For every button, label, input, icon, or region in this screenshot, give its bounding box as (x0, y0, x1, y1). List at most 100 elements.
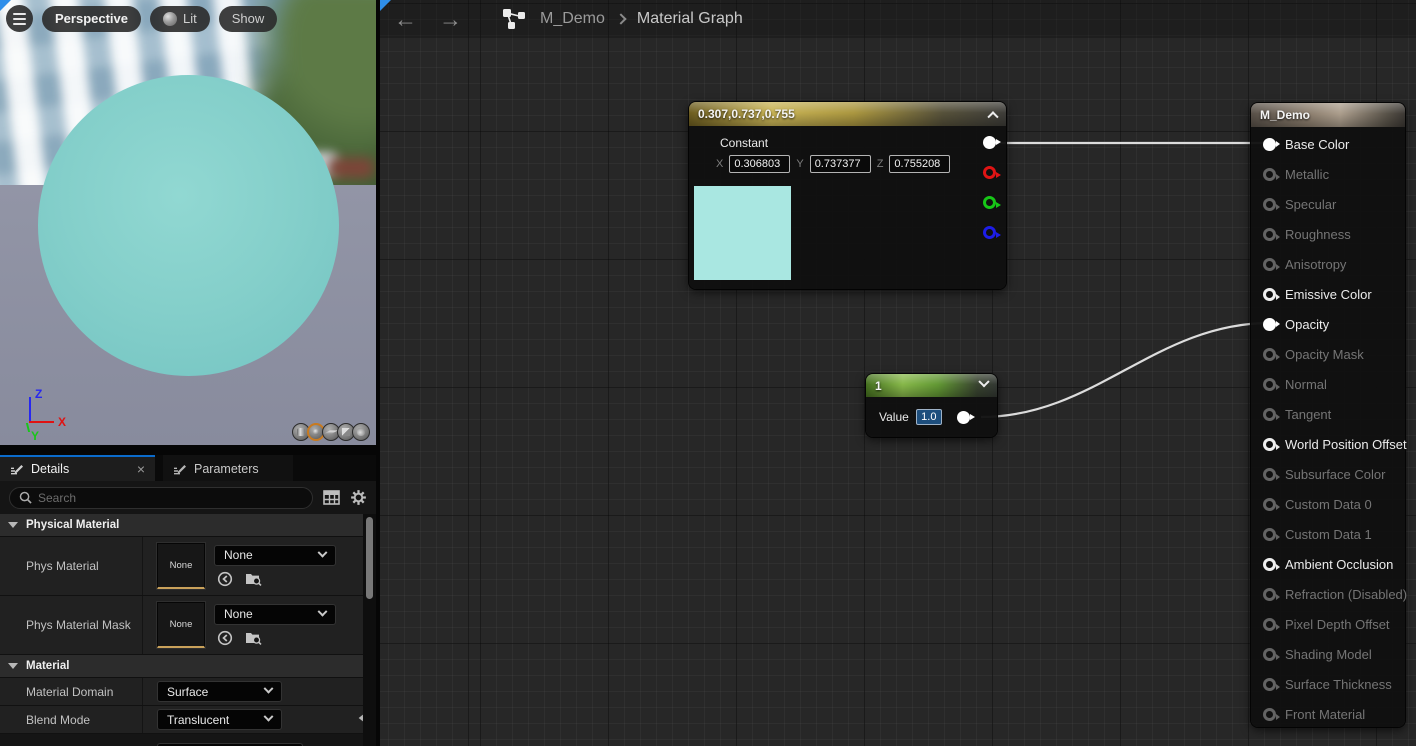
color-preview-swatch[interactable] (694, 186, 791, 280)
section-title: Material (26, 660, 69, 672)
details-tab-icon (10, 462, 24, 476)
property-label: Blend Mode (0, 706, 143, 733)
opacity-wire[interactable] (981, 323, 1270, 417)
search-box[interactable] (9, 487, 313, 509)
breadcrumb-asset[interactable]: M_Demo (540, 10, 605, 28)
r-output-pin[interactable] (983, 166, 996, 179)
section-material[interactable]: Material (0, 655, 376, 678)
input-pin-icon[interactable] (1263, 288, 1276, 301)
material-pin-pixel-depth-offset[interactable]: Pixel Depth Offset (1251, 609, 1405, 639)
x-value-input[interactable] (729, 155, 790, 173)
pin-label: Custom Data 1 (1285, 527, 1372, 542)
material-graph-canvas[interactable]: ← → M_Demo Material Graph 0.307,0.737,0.… (380, 0, 1416, 746)
scalar-output-pin[interactable] (957, 411, 970, 424)
input-pin-icon[interactable] (1263, 498, 1276, 511)
material-pin-emissive-color[interactable]: Emissive Color (1251, 279, 1405, 309)
browse-to-asset-button[interactable] (244, 629, 262, 647)
use-selected-asset-button[interactable] (216, 570, 234, 588)
material-pin-surface-thickness[interactable]: Surface Thickness (1251, 669, 1405, 699)
input-pin-icon[interactable] (1263, 168, 1276, 181)
input-pin-icon[interactable] (1263, 528, 1276, 541)
input-pin-icon[interactable] (1263, 468, 1276, 481)
phys-material-mask-dropdown[interactable]: None (214, 604, 336, 625)
constant3-node-header[interactable]: 0.307,0.737,0.755 (689, 102, 1006, 126)
input-pin-icon[interactable] (1263, 378, 1276, 391)
input-pin-icon[interactable] (1263, 708, 1276, 721)
input-pin-icon[interactable] (1263, 408, 1276, 421)
pin-label: World Position Offset (1285, 437, 1407, 452)
input-pin-icon[interactable] (1263, 438, 1276, 451)
lit-mode-button[interactable]: Lit (150, 6, 210, 32)
section-physical-material[interactable]: Physical Material (0, 514, 376, 537)
property-label: Material Domain (0, 678, 143, 705)
material-pin-tangent[interactable]: Tangent (1251, 399, 1405, 429)
show-button[interactable]: Show (219, 6, 278, 32)
material-pin-normal[interactable]: Normal (1251, 369, 1405, 399)
input-pin-icon[interactable] (1263, 588, 1276, 601)
material-node-header[interactable]: M_Demo (1251, 103, 1405, 127)
perspective-button[interactable]: Perspective (42, 6, 141, 32)
rgb-output-pin[interactable] (983, 136, 996, 149)
pin-label: Specular (1285, 197, 1336, 212)
constant3-output-pins (983, 136, 996, 239)
back-arrow-icon[interactable]: ← (394, 8, 417, 31)
display-filter-button[interactable] (322, 489, 340, 507)
shape-teapot-button[interactable] (352, 423, 370, 441)
lit-label: Lit (183, 11, 197, 26)
material-pin-ambient-occlusion[interactable]: Ambient Occlusion (1251, 549, 1405, 579)
input-pin-icon[interactable] (1263, 228, 1276, 241)
asset-thumbnail[interactable]: None (157, 602, 205, 648)
material-pin-subsurface-color[interactable]: Subsurface Color (1251, 459, 1405, 489)
forward-arrow-icon[interactable]: → (439, 8, 462, 31)
material-pin-front-material[interactable]: Front Material (1251, 699, 1405, 729)
blend-mode-dropdown[interactable]: Translucent (157, 709, 282, 730)
material-pin-base-color[interactable]: Base Color (1251, 129, 1405, 159)
input-pin-icon[interactable] (1263, 648, 1276, 661)
input-pin-icon[interactable] (1263, 258, 1276, 271)
use-selected-asset-button[interactable] (216, 629, 234, 647)
scalar-value-input[interactable] (916, 409, 942, 425)
input-pin-icon[interactable] (1263, 198, 1276, 211)
g-output-pin[interactable] (983, 196, 996, 209)
input-pin-icon[interactable] (1263, 558, 1276, 571)
teapot-icon (357, 428, 365, 436)
y-value-input[interactable] (810, 155, 871, 173)
settings-button[interactable] (349, 489, 367, 507)
input-pin-icon[interactable] (1263, 678, 1276, 691)
material-domain-dropdown[interactable]: Surface (157, 681, 282, 702)
asset-thumbnail[interactable]: None (157, 543, 205, 589)
b-output-pin[interactable] (983, 226, 996, 239)
preview-sphere-mesh[interactable] (38, 75, 339, 376)
input-pin-icon[interactable] (1263, 318, 1276, 331)
scalar-node-header[interactable]: 1 (866, 374, 997, 397)
search-input[interactable] (38, 491, 303, 505)
details-scrollbar-thumb[interactable] (366, 517, 373, 599)
collapse-chevron-up-icon[interactable] (987, 111, 998, 122)
input-pin-icon[interactable] (1263, 348, 1276, 361)
material-pin-opacity[interactable]: Opacity (1251, 309, 1405, 339)
z-value-input[interactable] (889, 155, 950, 173)
material-output-node[interactable]: M_Demo Base ColorMetallic Specular Roughne… (1251, 103, 1405, 727)
collapse-chevron-down-icon[interactable] (978, 376, 989, 387)
input-pin-icon[interactable] (1263, 138, 1276, 151)
browse-to-asset-button[interactable] (244, 570, 262, 588)
material-pin-custom-data-1[interactable]: Custom Data 1 (1251, 519, 1405, 549)
pin-label: Opacity Mask (1285, 347, 1364, 362)
material-pin-specular[interactable]: Specular (1251, 189, 1405, 219)
constant3-node[interactable]: 0.307,0.737,0.755 Constant X Y Z (689, 102, 1006, 289)
preview-viewport[interactable]: Perspective Lit Show Z X Y (0, 0, 376, 445)
phys-material-dropdown[interactable]: None (214, 545, 336, 566)
tab-details[interactable]: Details × (0, 455, 155, 481)
scalar-constant-node[interactable]: 1 Value (866, 374, 997, 437)
material-pin-metallic[interactable]: Metallic (1251, 159, 1405, 189)
material-pin-shading-model[interactable]: Shading Model (1251, 639, 1405, 669)
material-pin-opacity-mask[interactable]: Opacity Mask (1251, 339, 1405, 369)
material-pin-anisotropy[interactable]: Anisotropy (1251, 249, 1405, 279)
tab-parameters[interactable]: Parameters (163, 455, 293, 481)
material-pin-refraction-disabled[interactable]: Refraction (Disabled) (1251, 579, 1405, 609)
material-pin-roughness[interactable]: Roughness (1251, 219, 1405, 249)
material-pin-custom-data-0[interactable]: Custom Data 0 (1251, 489, 1405, 519)
material-pin-world-position-offset[interactable]: World Position Offset (1251, 429, 1405, 459)
close-tab-icon[interactable]: × (137, 462, 145, 476)
input-pin-icon[interactable] (1263, 618, 1276, 631)
